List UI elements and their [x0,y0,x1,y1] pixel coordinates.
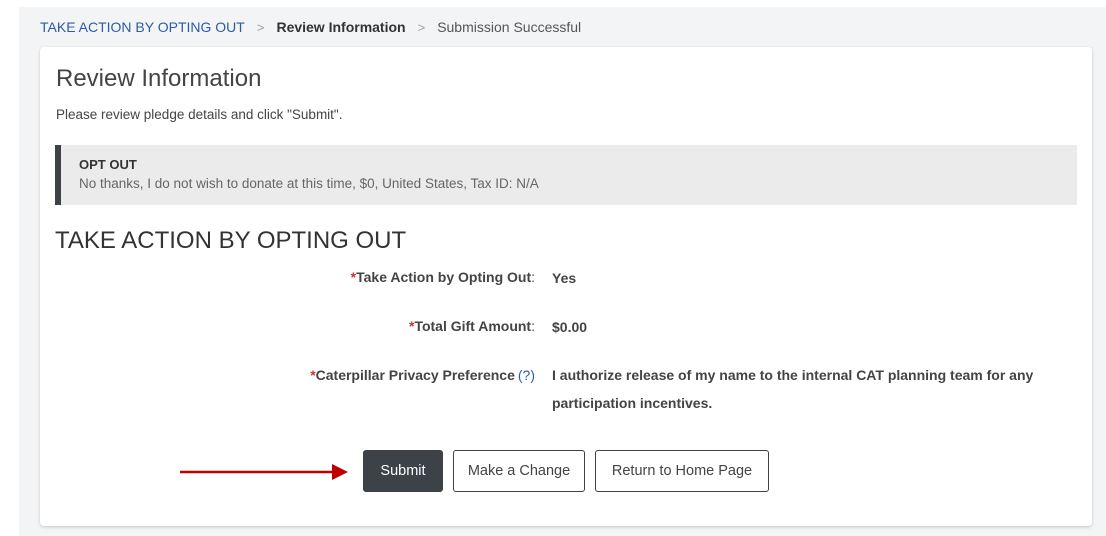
field-label-text: Total Gift Amount [414,318,532,334]
field-label-privacy: *Caterpillar Privacy Preference (?) [310,367,535,383]
breadcrumb: TAKE ACTION BY OPTING OUT > Review Infor… [40,17,581,37]
field-value-privacy: I authorize release of my name to the in… [552,367,1034,411]
field-label-colon: : [531,269,535,285]
arrow-head [332,464,348,480]
make-a-change-button[interactable]: Make a Change [453,450,585,492]
help-link-icon[interactable]: (?) [518,367,535,383]
return-home-button[interactable]: Return to Home Page [595,450,769,492]
field-label-opt-out: *Take Action by Opting Out: [351,269,535,285]
section-title: TAKE ACTION BY OPTING OUT [55,227,407,254]
breadcrumb-next-step: Submission Successful [437,19,582,35]
review-card: Review Information Please review pledge … [40,47,1092,526]
breadcrumb-separator-icon: > [417,19,426,35]
submit-button[interactable]: Submit [363,450,443,492]
arrow-right-icon [180,464,348,480]
breadcrumb-separator-icon: > [256,19,265,35]
page-description: Please review pledge details and click "… [56,107,343,122]
field-value-opt-out: Yes [552,270,577,286]
pledge-summary: OPT OUT No thanks, I do not wish to dona… [55,145,1077,205]
breadcrumb-take-action-link[interactable]: TAKE ACTION BY OPTING OUT [40,19,245,35]
pledge-summary-heading: OPT OUT [79,157,137,172]
breadcrumb-current-step: Review Information [276,19,406,35]
field-label-gift-amount: *Total Gift Amount: [409,318,535,334]
pledge-summary-details: No thanks, I do not wish to donate at th… [79,176,539,191]
field-value-gift-amount: $0.00 [552,319,588,335]
field-label-text: Take Action by Opting Out [356,269,532,285]
field-label-text: Caterpillar Privacy Preference [315,367,515,383]
page-title: Review Information [56,65,262,92]
field-label-colon: : [531,318,535,334]
